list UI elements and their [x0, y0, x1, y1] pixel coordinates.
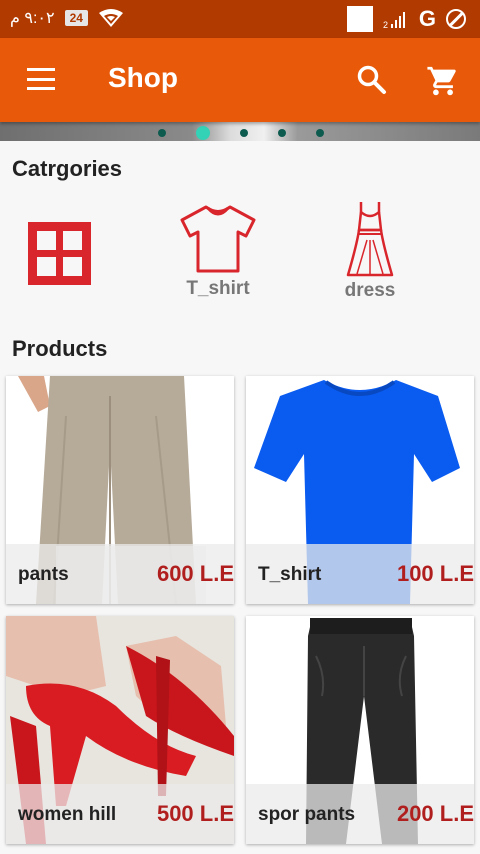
menu-icon-line [27, 77, 55, 81]
do-not-disturb-icon [446, 9, 466, 29]
category-tshirt[interactable]: T_shirt [168, 204, 268, 300]
product-price: 200 L.E [396, 801, 474, 826]
category-label: T_shirt [186, 278, 250, 299]
tshirt-icon [180, 205, 256, 273]
battery-badge: 24 [64, 10, 88, 26]
grid-icon [28, 222, 91, 285]
app-title: Shop [108, 62, 178, 93]
cart-icon [427, 66, 456, 96]
status-left: ٩:٠٢ م 24 [10, 8, 124, 28]
slider-dot[interactable] [158, 129, 166, 137]
products-title: Products [12, 336, 108, 361]
menu-icon-line [27, 87, 55, 90]
network-type-icon: G [418, 6, 436, 31]
product-card-tshirt[interactable]: T_shirt 100 L.E [246, 376, 474, 604]
menu-button[interactable] [27, 68, 55, 90]
notification-box-icon [346, 6, 373, 32]
product-price: 600 L.E [156, 561, 234, 586]
dress-icon [346, 202, 394, 277]
product-footer: spor pants 200 L.E [246, 784, 474, 844]
menu-icon-line [27, 68, 55, 71]
search-button[interactable] [356, 64, 388, 96]
product-footer: women hill 500 L.E [6, 784, 234, 844]
app-bar: Shop [0, 38, 480, 122]
category-label: dress [344, 280, 396, 301]
signal-icon: 2 [383, 12, 405, 30]
product-card-women-hill[interactable]: women hill 500 L.E [6, 616, 234, 844]
product-footer: T_shirt 100 L.E [246, 544, 474, 604]
banner-slider[interactable] [0, 122, 480, 141]
product-price: 500 L.E [156, 801, 234, 826]
product-price: 100 L.E [396, 561, 474, 586]
category-all[interactable] [28, 222, 91, 290]
cart-button[interactable] [426, 64, 460, 98]
product-card-spor-pants[interactable]: spor pants 200 L.E [246, 616, 474, 844]
status-right: 2 G [346, 6, 466, 32]
wifi-icon [98, 9, 123, 27]
slider-dot[interactable] [278, 129, 286, 137]
product-name: women hill [18, 804, 117, 825]
slider-indicator [158, 126, 324, 140]
product-footer: pants 600 L.E [6, 544, 234, 604]
product-name: pants [18, 564, 69, 585]
product-name: T_shirt [258, 564, 322, 585]
status-time: ٩:٠٢ م [10, 10, 55, 27]
search-icon [357, 65, 386, 94]
category-dress[interactable]: dress [320, 200, 420, 302]
slider-dot-active[interactable] [196, 126, 210, 140]
slider-dot[interactable] [316, 129, 324, 137]
product-card-pants[interactable]: pants 600 L.E [6, 376, 234, 604]
categories-title: Catrgories [12, 156, 123, 181]
svg-text:2: 2 [383, 20, 388, 30]
status-bar: ٩:٠٢ م 24 2 G [0, 0, 480, 38]
slider-dot[interactable] [240, 129, 248, 137]
product-name: spor pants [258, 804, 356, 825]
